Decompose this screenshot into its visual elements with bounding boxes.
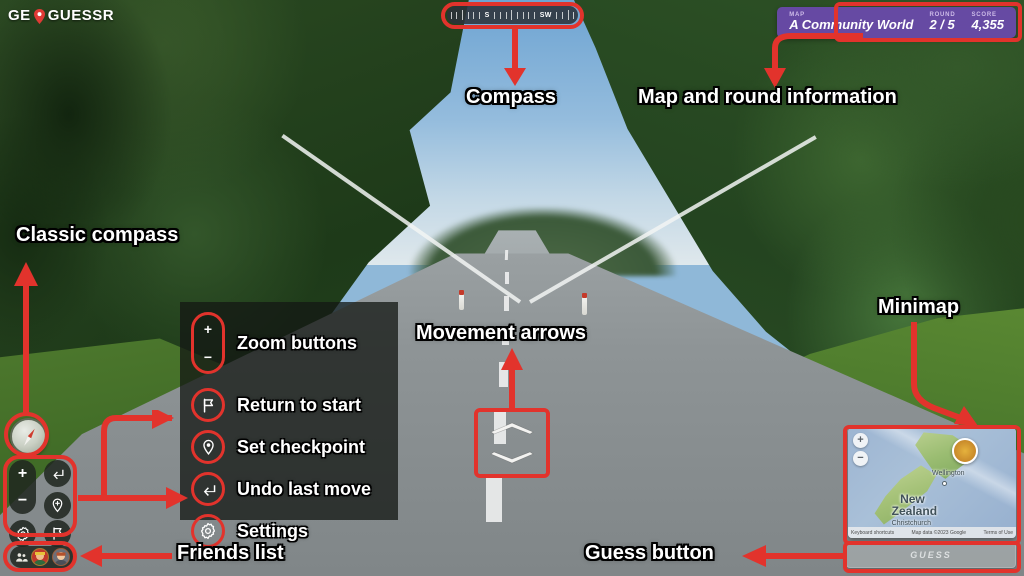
legend-panel: + − Zoom buttons Return to start Set che… xyxy=(180,302,398,548)
score-value: 4,355 xyxy=(971,17,1004,33)
set-checkpoint-button[interactable] xyxy=(44,492,71,519)
minimap[interactable]: Wellington New Zealand Christchurch + − … xyxy=(848,428,1016,538)
settings-button[interactable] xyxy=(9,520,36,547)
friends-list-button[interactable] xyxy=(10,546,75,568)
compass-tick xyxy=(494,11,496,19)
minimap-zoom-out-button[interactable]: − xyxy=(853,451,868,466)
legend-item-zoom: + − Zoom buttons xyxy=(191,312,357,374)
minimap-country-line2: Zealand xyxy=(891,504,938,518)
compass-tick xyxy=(556,11,558,19)
annotation-minimap: Minimap xyxy=(878,296,960,318)
classic-compass-button[interactable] xyxy=(10,418,47,455)
annotation-compass: Compass xyxy=(466,86,557,108)
annotation-guess-button: Guess button xyxy=(585,542,714,564)
undo-arrow-icon xyxy=(53,469,64,480)
compass-tick xyxy=(573,11,575,19)
legend-item-checkpoint: Set checkpoint xyxy=(191,430,365,464)
compass-tick xyxy=(567,10,569,20)
compass-tick xyxy=(456,11,458,19)
minimap-guess-marker[interactable] xyxy=(952,437,979,464)
logo-text-second: GUESSR xyxy=(47,7,115,24)
legend-label: Return to start xyxy=(237,395,362,415)
minimap-city-dot-wellington xyxy=(942,480,948,486)
keyboard-shortcuts-link[interactable]: Keyboard shortcuts xyxy=(851,530,894,536)
screenshot-root: GE GUESSR S SW MAP A Community World ROU… xyxy=(0,0,1024,576)
map-info: MAP A Community World xyxy=(789,12,913,32)
movement-arrows[interactable] xyxy=(486,420,538,466)
compass-tick xyxy=(450,11,452,19)
legend-label: Settings xyxy=(237,521,309,541)
checkpoint-pin-icon xyxy=(52,498,63,513)
annotation-movement-arrows: Movement arrows xyxy=(416,322,587,344)
legend-icon-undo xyxy=(191,472,225,506)
logo-text-first: GE xyxy=(8,7,31,24)
annotation-map-round: Map and round information xyxy=(638,86,897,108)
flag-icon xyxy=(53,527,62,540)
geoguessr-logo[interactable]: GE GUESSR xyxy=(8,7,114,24)
compass-tick xyxy=(522,11,524,19)
minimap-zoom-controls[interactable]: + − xyxy=(853,433,868,466)
zoom-controls[interactable]: + − xyxy=(9,460,36,514)
terms-of-use-link[interactable]: Terms of Use xyxy=(984,530,1013,536)
center-line-dash xyxy=(486,476,502,522)
chevron-down-icon[interactable] xyxy=(489,451,535,466)
center-line-dash xyxy=(504,296,509,311)
compass-tick xyxy=(473,11,475,19)
roadside-marker-top xyxy=(459,290,464,295)
undo-last-move-button[interactable] xyxy=(44,460,71,487)
roadside-marker-post xyxy=(582,295,587,315)
minimap-city-label: Wellington xyxy=(932,469,965,477)
annotation-classic-compass: Classic compass xyxy=(16,224,179,246)
minimap-attribution: Keyboard shortcuts Map data ©2023 Google… xyxy=(848,527,1016,538)
legend-label: Set checkpoint xyxy=(237,437,366,457)
legend-label: Undo last move xyxy=(237,479,372,499)
avatar[interactable] xyxy=(52,548,70,566)
compass-tick xyxy=(528,11,530,19)
score-info: SCORE 4,355 xyxy=(971,12,1004,32)
legend-icon-flag xyxy=(191,388,225,422)
compass-tick xyxy=(562,11,564,19)
legend-item-undo: Undo last move xyxy=(191,472,371,506)
game-status-bar: MAP A Community World ROUND 2 / 5 SCORE … xyxy=(777,7,1016,38)
zoom-in-button[interactable]: + xyxy=(18,465,27,482)
return-to-start-button[interactable] xyxy=(44,520,71,547)
compass-tick xyxy=(517,11,519,19)
map-data-text: Map data ©2023 Google xyxy=(911,529,967,536)
round-info: ROUND 2 / 5 xyxy=(929,12,955,32)
legend-label: Zoom buttons xyxy=(237,333,357,353)
legend-icon-pin xyxy=(191,430,225,464)
people-icon xyxy=(16,552,28,562)
legend-item-return: Return to start xyxy=(191,388,361,422)
round-value: 2 / 5 xyxy=(929,17,955,33)
compass-direction-sw: SW xyxy=(539,11,552,19)
compass-tick xyxy=(478,11,480,19)
compass-direction-s: S xyxy=(484,11,490,19)
compass-ticks: S SW xyxy=(450,9,575,21)
roadside-marker-top xyxy=(582,293,587,298)
compass-tick xyxy=(534,11,536,19)
minimap-zoom-in-button[interactable]: + xyxy=(853,433,868,448)
gear-icon xyxy=(16,526,29,541)
compass-tick xyxy=(505,11,507,19)
guess-button[interactable]: GUESS xyxy=(846,542,1016,568)
legend-icon-zoom-pill: + − xyxy=(191,312,225,374)
chevron-up-icon[interactable] xyxy=(489,420,535,435)
map-value: A Community World xyxy=(789,17,914,33)
center-line-dash xyxy=(499,362,508,387)
center-line-dash xyxy=(505,272,509,284)
compass-tick xyxy=(511,10,513,20)
avatar[interactable] xyxy=(31,548,49,566)
zoom-out-button[interactable]: − xyxy=(18,492,27,509)
compass-needle-icon xyxy=(21,427,36,447)
location-pin-icon xyxy=(33,8,46,24)
compass-tick xyxy=(499,11,501,19)
center-line-dash xyxy=(504,250,509,260)
compass-tick xyxy=(467,11,469,19)
annotation-friends-list: Friends list xyxy=(177,542,284,564)
compass-bar[interactable]: S SW xyxy=(447,6,578,24)
compass-tick xyxy=(461,10,463,20)
